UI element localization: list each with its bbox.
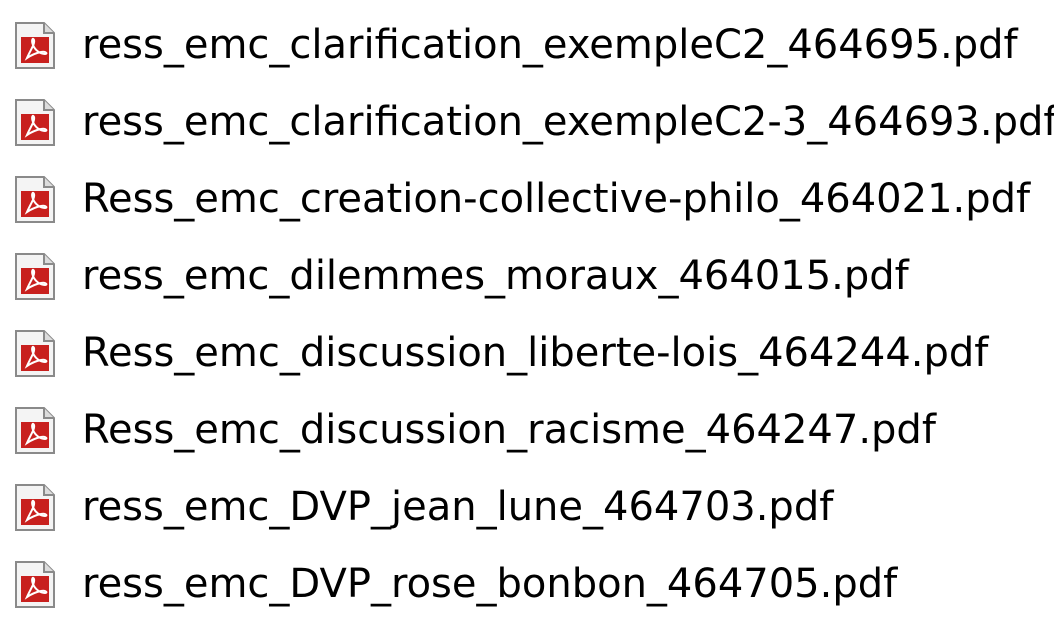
- pdf-file-icon: [15, 253, 55, 300]
- file-name: Ress_emc_creation-collective-philo_46402…: [82, 176, 1031, 222]
- file-name: ress_emc_DVP_rose_bonbon_464705.pdf: [82, 561, 898, 607]
- file-row[interactable]: ress_emc_DVP_jean_lune_464703.pdf: [0, 473, 1054, 543]
- file-row[interactable]: Ress_emc_discussion_racisme_464247.pdf: [0, 396, 1054, 466]
- pdf-file-icon: [15, 22, 55, 69]
- pdf-file-icon: [15, 330, 55, 377]
- file-name: ress_emc_DVP_jean_lune_464703.pdf: [82, 484, 834, 530]
- pdf-file-icon: [15, 176, 55, 223]
- file-row[interactable]: ress_emc_clarification_exempleC2-3_46469…: [0, 88, 1054, 158]
- pdf-file-icon: [15, 407, 55, 454]
- file-row[interactable]: Ress_emc_creation-collective-philo_46402…: [0, 165, 1054, 235]
- file-row[interactable]: ress_emc_dilemmes_moraux_464015.pdf: [0, 242, 1054, 312]
- file-name: Ress_emc_discussion_liberte-lois_464244.…: [82, 330, 989, 376]
- file-name: ress_emc_dilemmes_moraux_464015.pdf: [82, 253, 909, 299]
- pdf-file-icon: [15, 99, 55, 146]
- pdf-file-icon: [15, 484, 55, 531]
- file-row[interactable]: ress_emc_DVP_rose_bonbon_464705.pdf: [0, 550, 1054, 630]
- file-name: Ress_emc_discussion_racisme_464247.pdf: [82, 407, 936, 453]
- file-name: ress_emc_clarification_exempleC2_464695.…: [82, 22, 1018, 68]
- file-list: ress_emc_clarification_exempleC2_464695.…: [0, 0, 1054, 630]
- file-row[interactable]: Ress_emc_discussion_liberte-lois_464244.…: [0, 319, 1054, 389]
- file-name: ress_emc_clarification_exempleC2-3_46469…: [82, 99, 1054, 145]
- file-row[interactable]: ress_emc_clarification_exempleC2_464695.…: [0, 11, 1054, 81]
- pdf-file-icon: [15, 561, 55, 608]
